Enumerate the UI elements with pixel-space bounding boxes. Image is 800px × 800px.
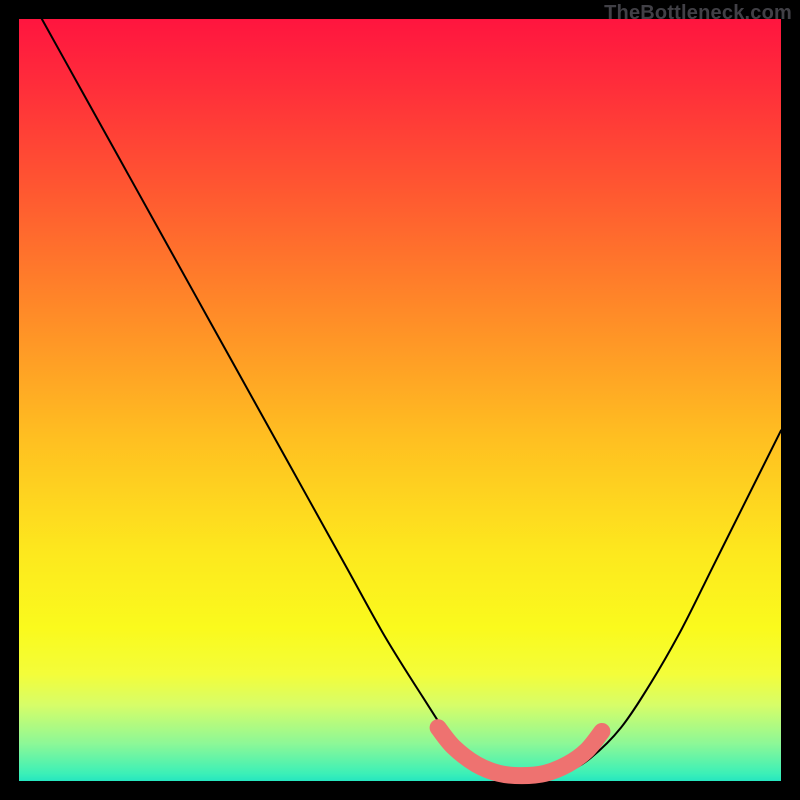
tolerance-band: [438, 728, 602, 776]
bottleneck-curve: [42, 19, 781, 776]
bottleneck-chart: [0, 0, 800, 800]
